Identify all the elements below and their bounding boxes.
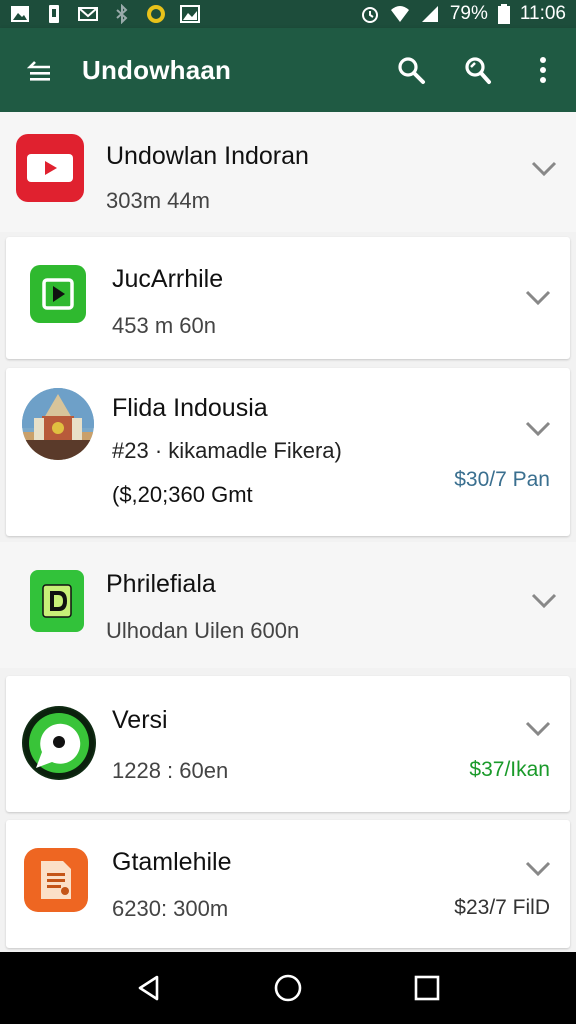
list-item[interactable]: JucArrhile 453 m 60n: [6, 237, 570, 359]
search-alt-button[interactable]: [444, 28, 510, 112]
home-button[interactable]: [258, 958, 318, 1018]
menu-button[interactable]: [10, 28, 70, 112]
mail-icon: [78, 7, 98, 21]
home-icon: [274, 974, 302, 1002]
list-item[interactable]: Phrilefiala Ulhodan Uilen 600n: [0, 542, 576, 668]
temple-app-icon: [22, 388, 94, 460]
list-item[interactable]: Undowlan Indoran 303m 44m: [0, 112, 576, 232]
chevron-down-icon[interactable]: [524, 718, 552, 738]
search-icon: [398, 57, 425, 84]
app-details: #23 · kikamadle Fikera): [112, 438, 342, 464]
wifi-icon: [390, 6, 409, 22]
phone-icon: [49, 5, 59, 23]
app-details: 1228 : 60en: [112, 758, 229, 783]
app-list: Undowlan Indoran 303m 44m JucArrhile 453…: [0, 112, 576, 952]
image-icon: [180, 5, 200, 23]
alarm-icon: [361, 7, 378, 23]
app-price: $23/7 FilD: [454, 896, 550, 919]
app-extra-details: ($,20;360 Gmt: [112, 482, 253, 507]
app-bar: Undowhaan: [0, 28, 576, 112]
signal-icon: [421, 6, 438, 22]
video-app-icon: [16, 134, 84, 202]
play-app-icon: [30, 265, 86, 323]
bluetooth-icon: [116, 4, 128, 24]
d-app-icon: [30, 570, 84, 632]
chat-app-icon: [22, 706, 96, 780]
app-title: Undowhaan: [82, 54, 232, 85]
battery-percent: 79%: [449, 3, 488, 24]
app-details: 6230: 300m: [112, 896, 229, 921]
recents-icon: [414, 975, 439, 1001]
coin-icon: [147, 5, 165, 23]
app-name: JucArrhile: [112, 265, 224, 293]
chevron-down-icon[interactable]: [524, 418, 552, 438]
app-name: Versi: [112, 706, 168, 734]
more-vert-icon: [540, 57, 546, 83]
app-name: Undowlan Indoran: [106, 142, 309, 170]
back-icon: [139, 975, 159, 1001]
gallery-icon: [11, 6, 29, 22]
navigation-bar: [0, 952, 576, 1024]
document-app-icon: [24, 848, 88, 912]
list-item[interactable]: Flida Indousia #23 · kikamadle Fikera) (…: [6, 368, 570, 536]
app-price: $30/7 Pan: [454, 468, 550, 491]
app-details: 303m 44m: [106, 188, 210, 213]
battery-icon: [497, 4, 510, 24]
recents-button[interactable]: [397, 958, 457, 1018]
app-name: Gtamlehile: [112, 848, 232, 876]
menu-icon: [26, 61, 50, 81]
chevron-down-icon[interactable]: [524, 287, 552, 307]
chevron-down-icon[interactable]: [530, 590, 558, 610]
chevron-down-icon[interactable]: [524, 858, 552, 878]
search-alt-icon: [465, 57, 491, 84]
app-details: 453 m 60n: [112, 313, 216, 338]
app-name: Flida Indousia: [112, 394, 268, 422]
status-bar: 79% 11:06: [0, 0, 576, 28]
more-options-button[interactable]: [510, 28, 576, 112]
chevron-down-icon[interactable]: [530, 158, 558, 178]
app-details-text: #23 · kikamadle Fikera): [112, 438, 342, 463]
search-button[interactable]: [378, 28, 444, 112]
back-button[interactable]: [119, 958, 179, 1018]
app-price: $37/Ikan: [469, 758, 550, 781]
list-item[interactable]: Gtamlehile 6230: 300m $23/7 FilD: [6, 820, 570, 948]
list-item[interactable]: Versi 1228 : 60en $37/Ikan: [6, 676, 570, 812]
app-details: Ulhodan Uilen 600n: [106, 618, 300, 643]
clock: 11:06: [519, 3, 566, 24]
app-name: Phrilefiala: [106, 570, 216, 598]
